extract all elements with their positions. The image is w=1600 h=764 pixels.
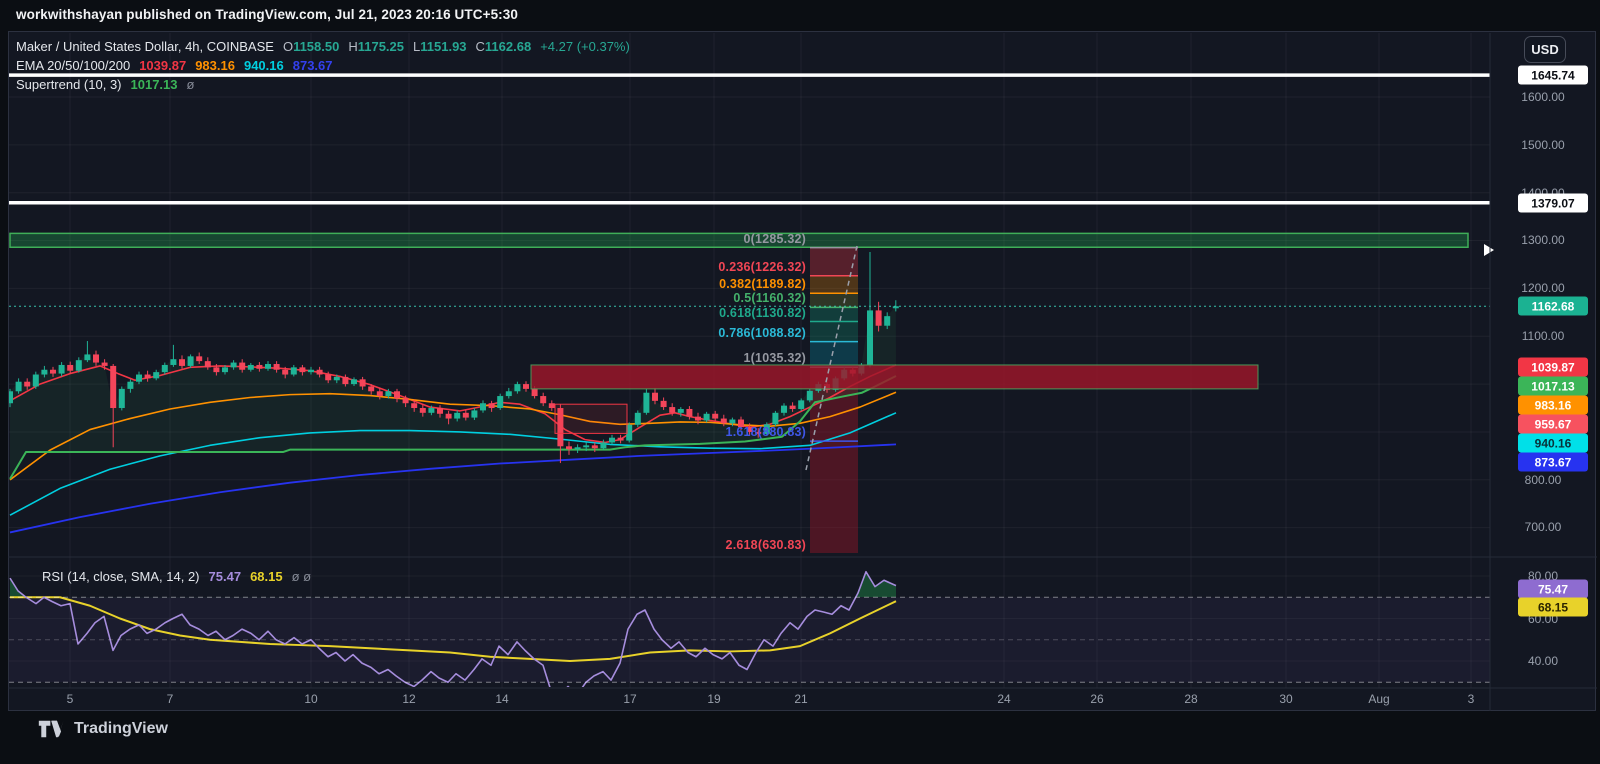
rsi-value: 75.47: [208, 569, 242, 584]
currency-toggle-usd[interactable]: USD: [1524, 36, 1566, 63]
ema20-value: 1039.87: [139, 58, 187, 73]
supply-zone-rectangle: [530, 364, 1259, 390]
ema-line: [9, 443, 897, 534]
chart-canvas[interactable]: [0, 0, 1600, 764]
change-value: +4.27 (+0.37%): [540, 39, 630, 54]
ema-title: EMA 20/50/100/200: [16, 58, 131, 73]
tradingview-footer[interactable]: TradingView: [38, 719, 168, 739]
main-pane: [9, 73, 1490, 553]
rsi-legend-row[interactable]: RSI (14, close, SMA, 14, 2) 75.47 68.15 …: [42, 568, 311, 585]
ohlc-open: O1158.50: [282, 39, 340, 54]
symbol-legend-row[interactable]: Maker / United States Dollar, 4h, COINBA…: [16, 38, 630, 55]
rsi-ma-value: 68.15: [250, 569, 283, 584]
published-chart-page: workwithshayan published on TradingView.…: [0, 0, 1600, 764]
ohlc-high: H1175.25: [348, 39, 405, 54]
price-range-box: [554, 403, 628, 434]
rsi-pane: [9, 570, 1490, 687]
tradingview-logo-icon: [38, 720, 64, 738]
ohlc-low: L1151.93: [413, 39, 467, 54]
supertrend-value: 1017.13: [130, 77, 178, 92]
resistance-zone-band: [9, 232, 1469, 248]
supertrend-title: Supertrend (10, 3): [16, 77, 122, 92]
price-marker-arrow: [1484, 244, 1494, 256]
hidden-values-icons: ø ø: [291, 569, 312, 584]
ema50-value: 983.16: [195, 58, 235, 73]
symbol-title: Maker / United States Dollar, 4h, COINBA…: [16, 39, 274, 54]
gridlines: [9, 33, 1490, 688]
supertrend-legend-row[interactable]: Supertrend (10, 3) 1017.13 ø: [16, 76, 194, 93]
ema-legend-row[interactable]: EMA 20/50/100/200 1039.87 983.16 940.16 …: [16, 57, 333, 74]
rsi-title: RSI (14, close, SMA, 14, 2): [42, 569, 200, 584]
ema100-value: 940.16: [243, 58, 284, 73]
ohlc-close: C1162.68: [475, 39, 532, 54]
ema200-value: 873.67: [292, 58, 333, 73]
tradingview-logo-text: TradingView: [74, 720, 168, 737]
hidden-values-icon: ø: [186, 77, 195, 92]
